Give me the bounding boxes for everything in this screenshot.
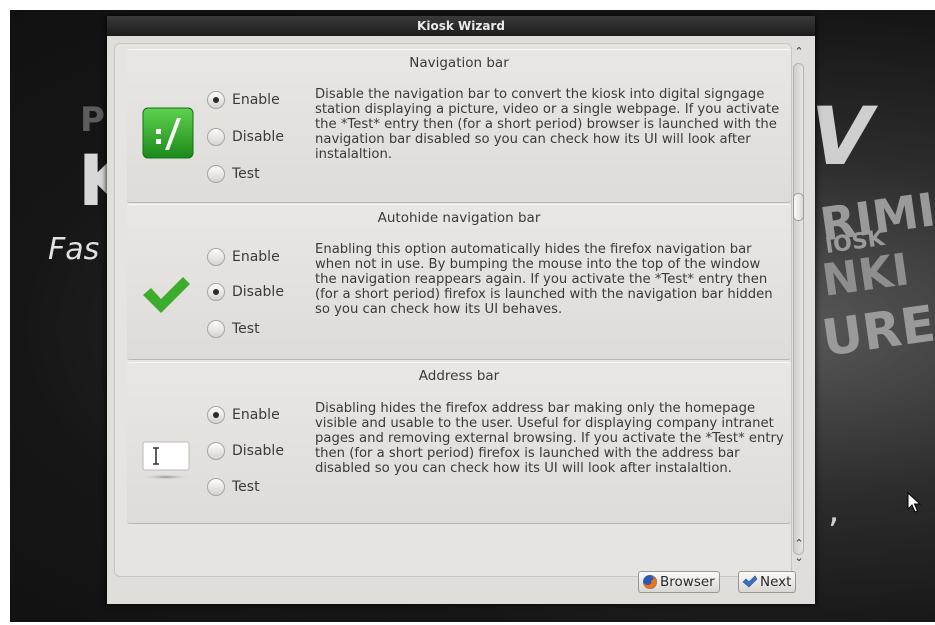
checkmark-icon	[143, 277, 190, 313]
background-letter-p: P	[80, 100, 105, 140]
radio-label: Test	[232, 479, 260, 495]
radio-button[interactable]	[207, 320, 225, 338]
background-tagline: Fas	[48, 232, 100, 267]
section-description: Disable the navigation bar to convert th…	[315, 87, 780, 162]
radio-test[interactable]: Test	[207, 477, 260, 499]
section-title: Autohide navigation bar	[377, 210, 541, 226]
scroll-up-arrow[interactable]: ⌃	[793, 45, 805, 58]
vertical-scrollbar[interactable]: ⌃ ⌃ ⌄	[790, 43, 808, 575]
section-address-bar: Address bar Enable Disable Test Disablin…	[127, 362, 791, 524]
firefox-icon	[643, 575, 657, 589]
next-button[interactable]: Next	[738, 571, 797, 593]
radio-label: Enable	[232, 249, 280, 265]
browser-button-label: Browser	[660, 574, 715, 590]
terminal-green-icon	[142, 107, 194, 159]
section-navigation-bar: Navigation bar Enable Disable Test Disab…	[127, 49, 791, 203]
section-title: Navigation bar	[409, 55, 509, 71]
radio-enable[interactable]: Enable	[207, 90, 280, 112]
radio-label: Disable	[232, 284, 284, 300]
radio-label: Disable	[232, 129, 284, 145]
radio-test[interactable]: Test	[207, 164, 260, 186]
radio-button[interactable]	[207, 478, 225, 496]
radio-button[interactable]	[207, 91, 225, 109]
radio-label: Enable	[232, 92, 280, 108]
background-text-line3: NKI	[818, 244, 913, 307]
radio-test[interactable]: Test	[207, 319, 260, 341]
text-field-icon	[142, 441, 190, 480]
radio-enable[interactable]: Enable	[207, 405, 280, 427]
radio-button[interactable]	[207, 406, 225, 424]
scrollbar-thumb[interactable]	[793, 193, 804, 221]
next-button-label: Next	[760, 574, 792, 590]
browser-button[interactable]: Browser	[638, 571, 720, 593]
checkmark-icon	[742, 575, 758, 588]
radio-button[interactable]	[207, 442, 225, 460]
radio-label: Test	[232, 166, 260, 182]
radio-button[interactable]	[207, 283, 225, 301]
radio-label: Enable	[232, 407, 280, 423]
section-description: Enabling this option automatically hides…	[315, 242, 773, 317]
scrollbar-track[interactable]	[793, 63, 804, 555]
scroll-up-arrow-bottom[interactable]: ⌃	[793, 537, 805, 550]
radio-label: Test	[232, 321, 260, 337]
options-scroll-area[interactable]: Navigation bar Enable Disable Test Disab…	[114, 43, 792, 577]
radio-disable[interactable]: Disable	[207, 127, 284, 149]
radio-disable[interactable]: Disable	[207, 282, 284, 304]
radio-button[interactable]	[207, 128, 225, 146]
radio-label: Disable	[232, 443, 284, 459]
mouse-pointer-icon	[907, 492, 922, 513]
radio-button[interactable]	[207, 165, 225, 183]
background-comma: ,	[828, 490, 840, 531]
radio-disable[interactable]: Disable	[207, 441, 284, 463]
radio-enable[interactable]: Enable	[207, 247, 280, 269]
radio-button[interactable]	[207, 248, 225, 266]
section-title: Address bar	[418, 368, 500, 384]
scroll-down-arrow[interactable]: ⌄	[793, 551, 805, 564]
window-title[interactable]: Kiosk Wizard	[107, 16, 815, 36]
section-autohide-navigation-bar: Autohide navigation bar Enable Disable T…	[127, 204, 791, 360]
section-description: Disabling hides the firefox address bar …	[315, 401, 784, 476]
kiosk-wizard-window: Kiosk Wizard Navigation bar Enable Disab…	[107, 16, 815, 604]
